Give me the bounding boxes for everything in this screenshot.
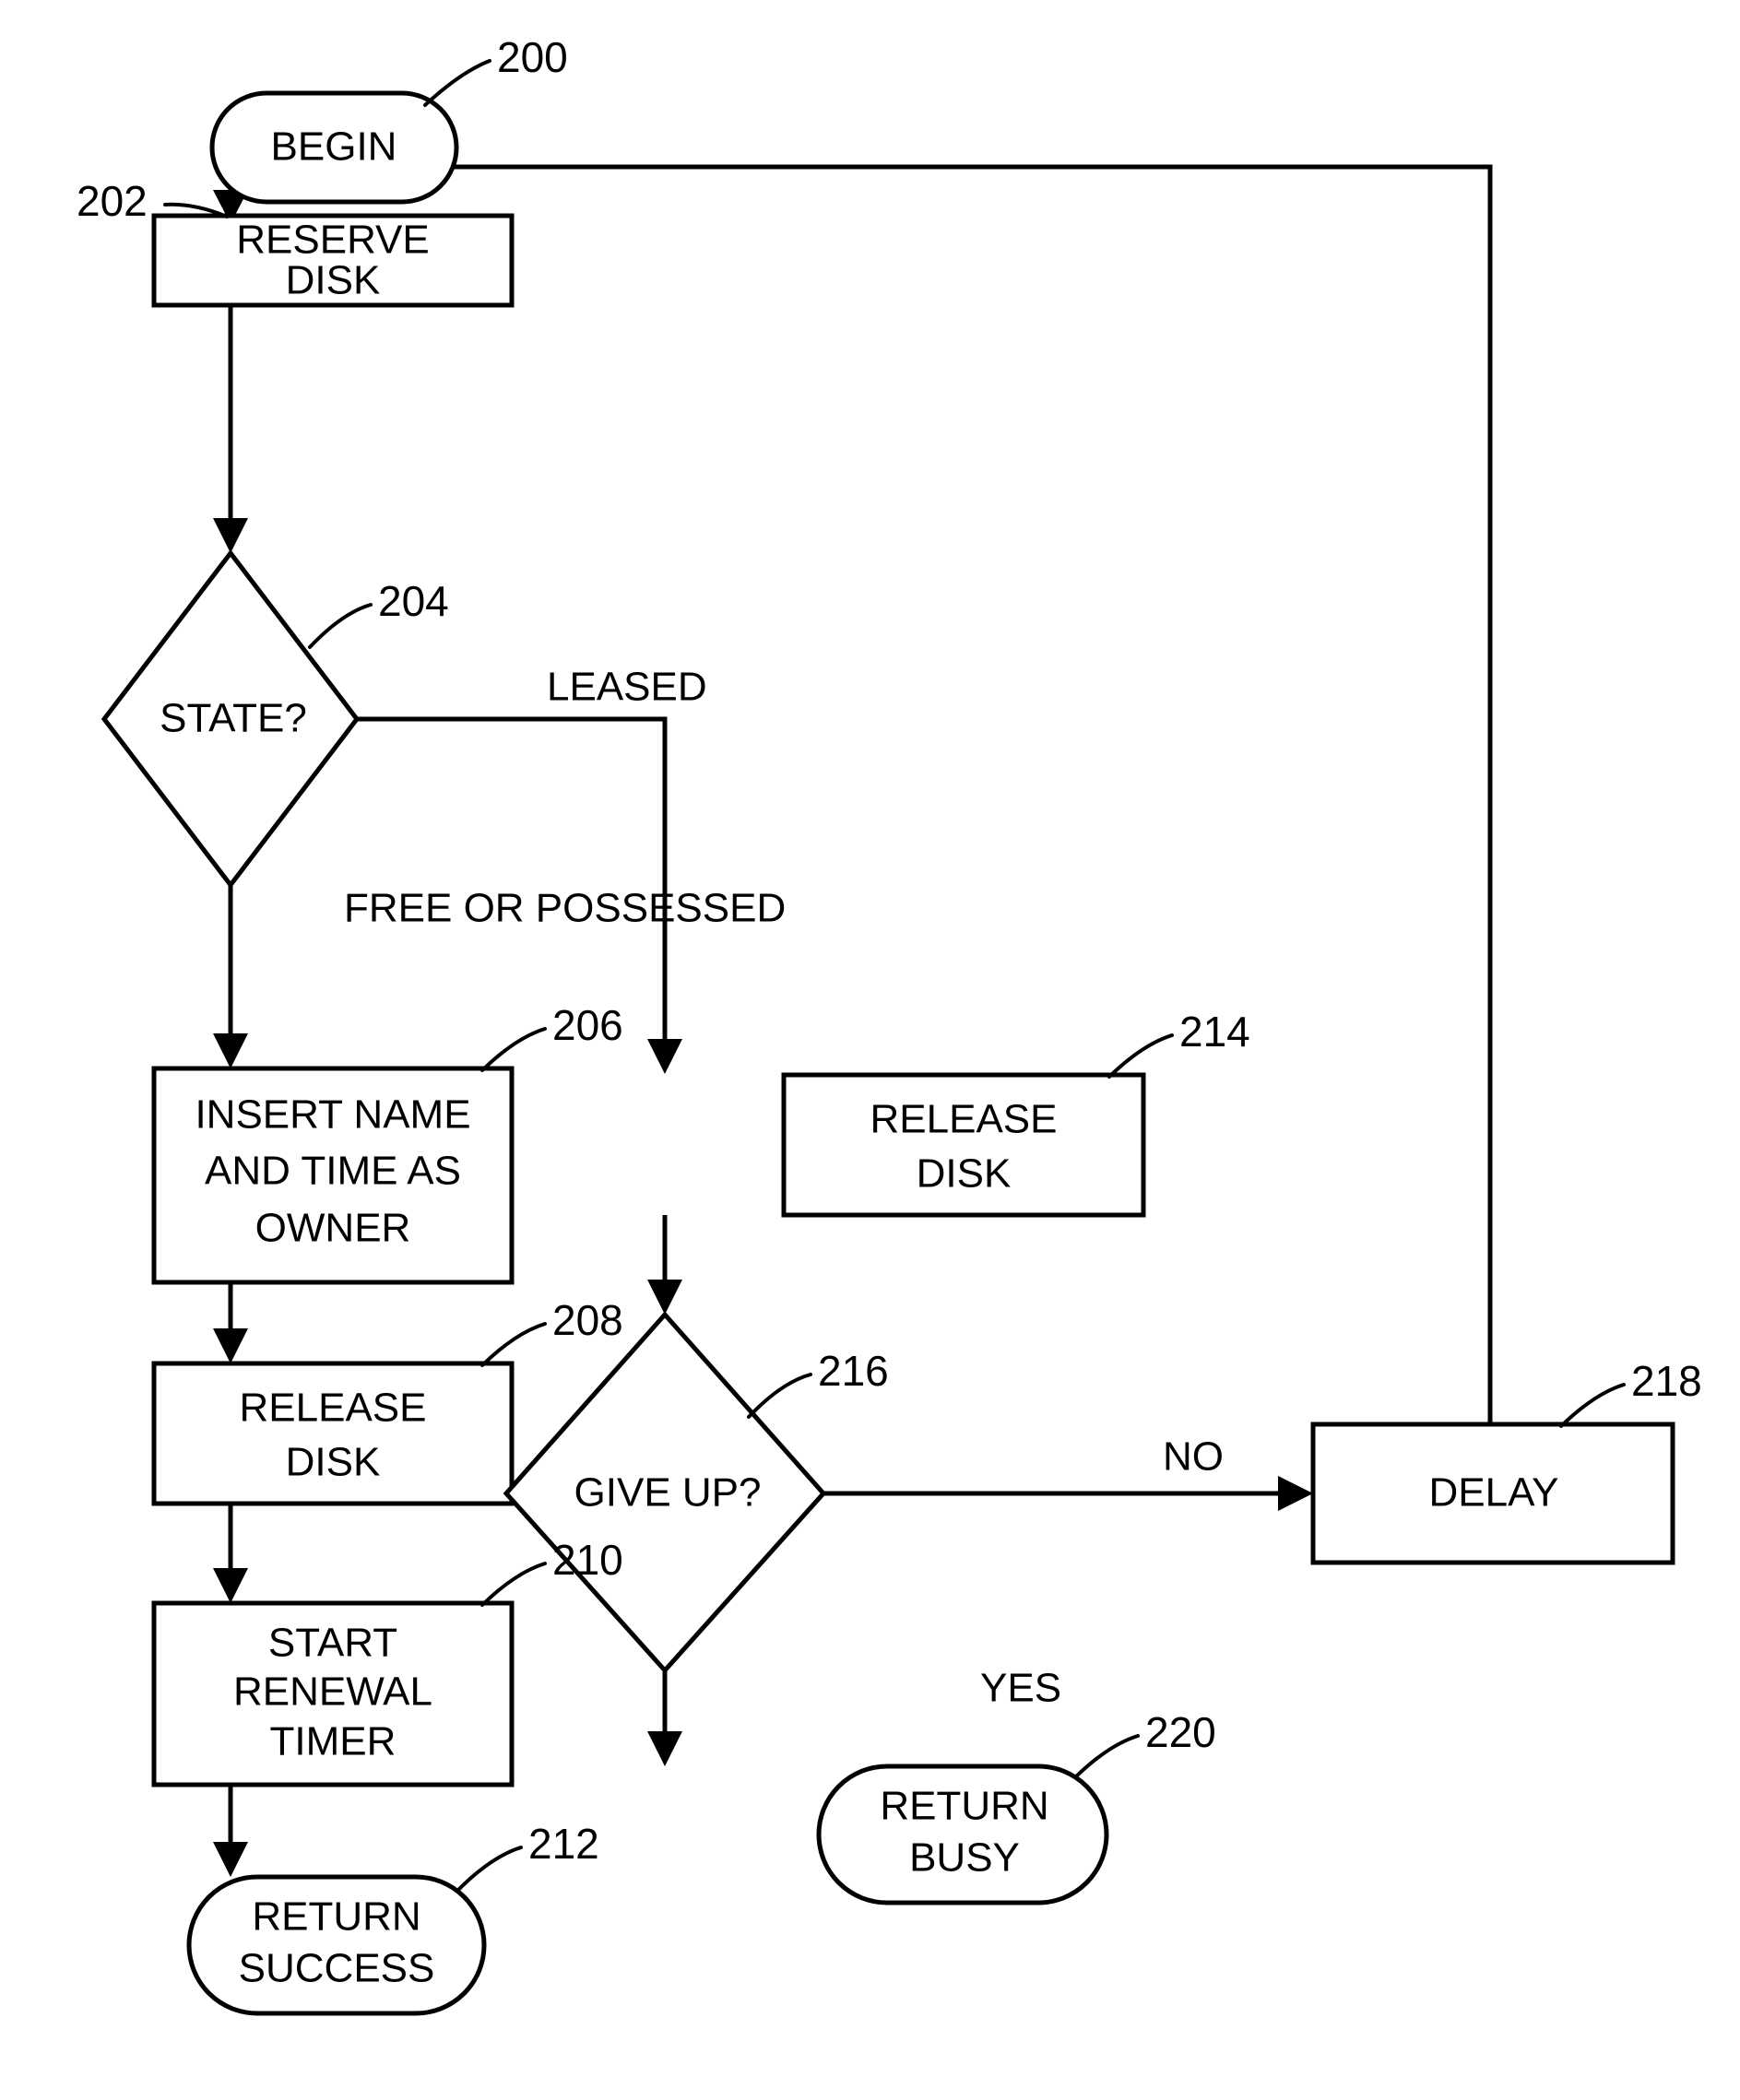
edge-release-right-to-give-up — [647, 1215, 682, 1315]
reference-number-204: 204 — [378, 577, 449, 625]
node-insert-name[interactable]: INSERT NAME AND TIME AS OWNER — [151, 1066, 515, 1285]
node-begin[interactable]: BEGIN — [209, 90, 459, 205]
reference-number-214: 214 — [1179, 1008, 1250, 1056]
edge-insert-name-to-release-left — [213, 1281, 248, 1363]
node-reserve-disk[interactable]: RESERVE DISK — [151, 213, 515, 308]
reference-number-202: 202 — [77, 177, 148, 225]
reference-callout-214: 214 — [1107, 1008, 1250, 1079]
return-busy-label-line1: RETURN — [880, 1784, 1048, 1829]
reference-number-208: 208 — [552, 1296, 623, 1344]
reference-number-210: 210 — [552, 1536, 623, 1584]
node-state-decision[interactable]: STATE? — [101, 549, 361, 890]
flowchart-canvas: BEGIN RESERVE DISK STATE? INSERT NAME AN… — [77, 33, 1702, 2016]
edge-give-up-no-to-delay — [823, 1476, 1313, 1511]
node-return-busy[interactable]: RETURN BUSY — [816, 1764, 1109, 1905]
reference-callout-218: 218 — [1559, 1357, 1702, 1428]
reserve-disk-label-line1: RESERVE — [236, 218, 430, 263]
edge-label-free-or-possessed: FREE OR POSSESSED — [344, 886, 786, 931]
edge-label-no: NO — [1163, 1434, 1224, 1480]
edge-give-up-yes-to-return-busy — [647, 1670, 682, 1766]
return-busy-label-line2: BUSY — [909, 1835, 1020, 1881]
edge-label-yes: YES — [980, 1666, 1061, 1711]
start-renewal-timer-label-line1: START — [268, 1621, 397, 1666]
return-success-label-line1: RETURN — [252, 1894, 420, 1940]
delay-label: DELAY — [1428, 1470, 1558, 1516]
insert-name-label-line1: INSERT NAME — [195, 1092, 470, 1138]
edge-reserve-to-state — [213, 305, 248, 553]
release-disk-left-label-line2: DISK — [286, 1440, 381, 1485]
edge-label-leased: LEASED — [547, 665, 707, 710]
release-disk-right-label-line1: RELEASE — [870, 1097, 1058, 1142]
insert-name-label-line2: AND TIME AS — [205, 1149, 461, 1194]
reference-callout-208: 208 — [480, 1296, 623, 1367]
reference-callout-200: 200 — [423, 33, 568, 107]
flowchart-diagram: BEGIN RESERVE DISK STATE? INSERT NAME AN… — [0, 0, 1740, 2100]
reference-callout-206: 206 — [480, 1001, 623, 1072]
start-renewal-timer-label-line3: TIMER — [270, 1719, 397, 1764]
reference-callout-220: 220 — [1073, 1708, 1216, 1779]
edge-release-left-to-renewal-timer — [213, 1504, 248, 1603]
node-return-success[interactable]: RETURN SUCCESS — [186, 1874, 487, 2016]
release-disk-left-label-line1: RELEASE — [240, 1386, 427, 1431]
reference-callout-204: 204 — [308, 577, 449, 649]
reference-number-212: 212 — [528, 1820, 599, 1868]
return-success-label-line2: SUCCESS — [239, 1946, 435, 1991]
reference-number-220: 220 — [1145, 1708, 1216, 1756]
reference-callout-216: 216 — [747, 1347, 889, 1419]
release-disk-right-label-line2: DISK — [917, 1151, 1012, 1197]
insert-name-label-line3: OWNER — [255, 1206, 411, 1251]
node-give-up-decision[interactable]: GIVE UP? — [503, 1311, 827, 1674]
node-start-renewal-timer[interactable]: START RENEWAL TIMER — [151, 1600, 515, 1787]
edge-renewal-timer-to-return-success — [213, 1785, 248, 1877]
start-renewal-timer-label-line2: RENEWAL — [233, 1669, 432, 1715]
give-up-decision-label: GIVE UP? — [574, 1470, 762, 1516]
edge-state-free-to-insert-name — [213, 885, 248, 1068]
reserve-disk-label-line2: DISK — [286, 258, 381, 303]
node-release-disk-right[interactable]: RELEASE DISK — [781, 1072, 1146, 1218]
reference-number-200: 200 — [497, 33, 568, 81]
reference-number-216: 216 — [818, 1347, 889, 1395]
node-delay[interactable]: DELAY — [1310, 1422, 1675, 1565]
begin-label: BEGIN — [271, 124, 397, 170]
state-decision-label: STATE? — [160, 696, 307, 741]
reference-number-206: 206 — [552, 1001, 623, 1049]
reference-callout-212: 212 — [456, 1820, 599, 1892]
reference-number-218: 218 — [1631, 1357, 1702, 1405]
node-release-disk-left[interactable]: RELEASE DISK — [151, 1361, 515, 1506]
